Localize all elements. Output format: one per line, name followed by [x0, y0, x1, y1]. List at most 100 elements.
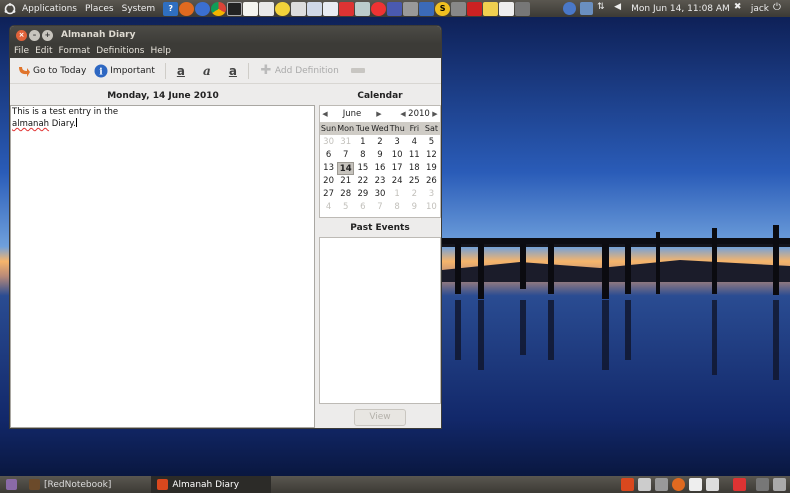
- calendar-day[interactable]: 30: [371, 188, 388, 201]
- almanah-tray-icon[interactable]: [621, 478, 634, 491]
- calendar-day[interactable]: 12: [423, 149, 440, 162]
- calendar-day[interactable]: 28: [337, 188, 354, 201]
- add-definition-button[interactable]: ✚ Add Definition: [257, 62, 341, 80]
- pen-icon[interactable]: [291, 1, 307, 16]
- firefox-icon[interactable]: [179, 1, 195, 16]
- past-events-list[interactable]: [319, 237, 441, 404]
- calendar-day[interactable]: 21: [337, 175, 354, 188]
- checklist-icon[interactable]: [323, 1, 339, 16]
- calendar-day[interactable]: 23: [371, 175, 388, 188]
- underline-icon[interactable]: a: [226, 64, 240, 78]
- minimize-icon[interactable]: –: [29, 29, 40, 41]
- calendar-day[interactable]: 3: [423, 188, 440, 201]
- calendar-day[interactable]: 30: [320, 136, 337, 149]
- view-button[interactable]: View: [354, 409, 406, 426]
- calendar-day[interactable]: 8: [389, 201, 406, 214]
- red-app-tray-icon[interactable]: [733, 478, 746, 491]
- user-name[interactable]: jack: [751, 4, 769, 14]
- calendar-day[interactable]: 1: [354, 136, 371, 149]
- bug-icon[interactable]: [655, 478, 668, 491]
- mail-indicator-icon[interactable]: [580, 2, 594, 15]
- show-desktop-button[interactable]: [0, 476, 23, 493]
- calendar-day[interactable]: 17: [389, 162, 406, 175]
- menu-format[interactable]: Format: [56, 46, 94, 56]
- keyboard-icon[interactable]: [451, 1, 467, 16]
- text-editor-icon[interactable]: [243, 1, 259, 16]
- calendar-day[interactable]: 18: [406, 162, 423, 175]
- firefox-tray-icon[interactable]: [672, 478, 685, 491]
- editor-tray-icon[interactable]: [689, 478, 702, 491]
- drive-icon[interactable]: [403, 1, 419, 16]
- calendar-day[interactable]: 6: [354, 201, 371, 214]
- calendar-day[interactable]: 24: [389, 175, 406, 188]
- menu-file[interactable]: File: [11, 46, 32, 56]
- maximize-icon[interactable]: +: [42, 29, 53, 41]
- calendar-day[interactable]: 9: [406, 201, 423, 214]
- calendar-day[interactable]: 8: [354, 149, 371, 162]
- ubuntu-logo-icon[interactable]: [4, 2, 16, 15]
- power-icon[interactable]: ⏻: [773, 2, 786, 15]
- calendar-day[interactable]: 29: [354, 188, 371, 201]
- calendar-day[interactable]: 10: [389, 149, 406, 162]
- calendar-day[interactable]: 16: [371, 162, 388, 175]
- notes-icon[interactable]: [259, 1, 275, 16]
- shutdown-icon[interactable]: [339, 1, 355, 16]
- calendar-day[interactable]: 26: [423, 175, 440, 188]
- menu-edit[interactable]: Edit: [32, 46, 55, 56]
- calendar-day[interactable]: 5: [423, 136, 440, 149]
- calendar-day[interactable]: 4: [406, 136, 423, 149]
- entry-text-area[interactable]: This is a test entry in the almanah Diar…: [10, 105, 315, 428]
- pdf-icon[interactable]: [467, 1, 483, 16]
- screenshot-icon[interactable]: [371, 1, 387, 16]
- mail-icon[interactable]: [499, 1, 515, 16]
- calendar-day[interactable]: 2: [406, 188, 423, 201]
- monitor-icon[interactable]: [355, 1, 371, 16]
- media-play-icon[interactable]: [563, 2, 577, 15]
- italic-icon[interactable]: a: [200, 64, 214, 78]
- task-rednotebook[interactable]: [RedNotebook]: [23, 476, 117, 493]
- prev-year-icon[interactable]: ◀: [398, 110, 408, 118]
- calendar-day[interactable]: 1: [389, 188, 406, 201]
- applications-menu[interactable]: Applications: [18, 4, 81, 14]
- system-menu[interactable]: System: [118, 4, 160, 14]
- network-icon[interactable]: ⇅: [597, 2, 610, 15]
- calendar-day[interactable]: 2: [371, 136, 388, 149]
- go-to-today-button[interactable]: Go to Today: [15, 62, 88, 80]
- prev-month-icon[interactable]: ◀: [320, 110, 330, 118]
- calendar-day[interactable]: 31: [337, 136, 354, 149]
- help-icon[interactable]: ?: [163, 1, 179, 16]
- calendar-day[interactable]: 19: [423, 162, 440, 175]
- next-month-icon[interactable]: ▶: [374, 110, 384, 118]
- thunderbird-icon[interactable]: [195, 1, 211, 16]
- calendar-day[interactable]: 22: [354, 175, 371, 188]
- stack-icon[interactable]: [419, 1, 435, 16]
- chrome-icon[interactable]: [211, 1, 227, 16]
- skype-icon[interactable]: S: [435, 1, 451, 16]
- image-icon[interactable]: [307, 1, 323, 16]
- calendar-day[interactable]: 27: [320, 188, 337, 201]
- calendar-day[interactable]: 15: [354, 162, 371, 175]
- volume-icon[interactable]: ◀: [614, 2, 627, 15]
- pencil-icon[interactable]: [483, 1, 499, 16]
- calendar-day[interactable]: 10: [423, 201, 440, 214]
- menu-definitions[interactable]: Definitions: [93, 46, 147, 56]
- next-year-icon[interactable]: ▶: [430, 110, 440, 118]
- calendar-day[interactable]: 5: [337, 201, 354, 214]
- bold-icon[interactable]: a: [174, 64, 188, 78]
- places-menu[interactable]: Places: [81, 4, 118, 14]
- smiley-icon[interactable]: [275, 1, 291, 16]
- calendar-day[interactable]: 9: [371, 149, 388, 162]
- calendar-day[interactable]: 14: [337, 162, 355, 175]
- task-almanah[interactable]: Almanah Diary: [151, 476, 272, 493]
- calculator-icon[interactable]: [515, 1, 531, 16]
- important-button[interactable]: i Important: [92, 62, 157, 80]
- calendar-day[interactable]: 6: [320, 149, 337, 162]
- calendar-day[interactable]: 3: [389, 136, 406, 149]
- terminal-icon[interactable]: [227, 1, 243, 16]
- calendar-day[interactable]: 13: [320, 162, 337, 175]
- close-icon[interactable]: ×: [16, 29, 27, 41]
- user-status-icon[interactable]: ✖: [734, 2, 747, 15]
- notes-tray-icon[interactable]: [706, 478, 719, 491]
- trash-icon[interactable]: [773, 478, 786, 491]
- window-titlebar[interactable]: × – + Almanah Diary: [10, 26, 441, 44]
